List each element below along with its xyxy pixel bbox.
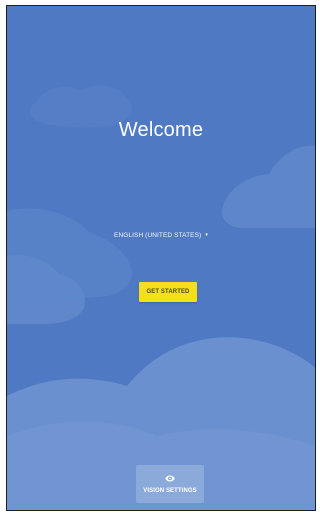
chevron-down-icon: ▾: [205, 232, 208, 238]
device-screen: Welcome ENGLISH (UNITED STATES) ▾ GET ST…: [6, 5, 316, 511]
language-selector[interactable]: ENGLISH (UNITED STATES) ▾: [7, 232, 315, 239]
get-started-button[interactable]: GET STARTED: [139, 282, 197, 302]
language-label: ENGLISH (UNITED STATES): [114, 232, 202, 239]
welcome-title: Welcome: [118, 119, 204, 141]
vision-settings-label: VISION SETTINGS: [143, 487, 197, 494]
vision-settings-button[interactable]: VISION SETTINGS: [136, 465, 204, 503]
eye-icon: [165, 475, 175, 481]
background-clouds: [7, 85, 315, 510]
